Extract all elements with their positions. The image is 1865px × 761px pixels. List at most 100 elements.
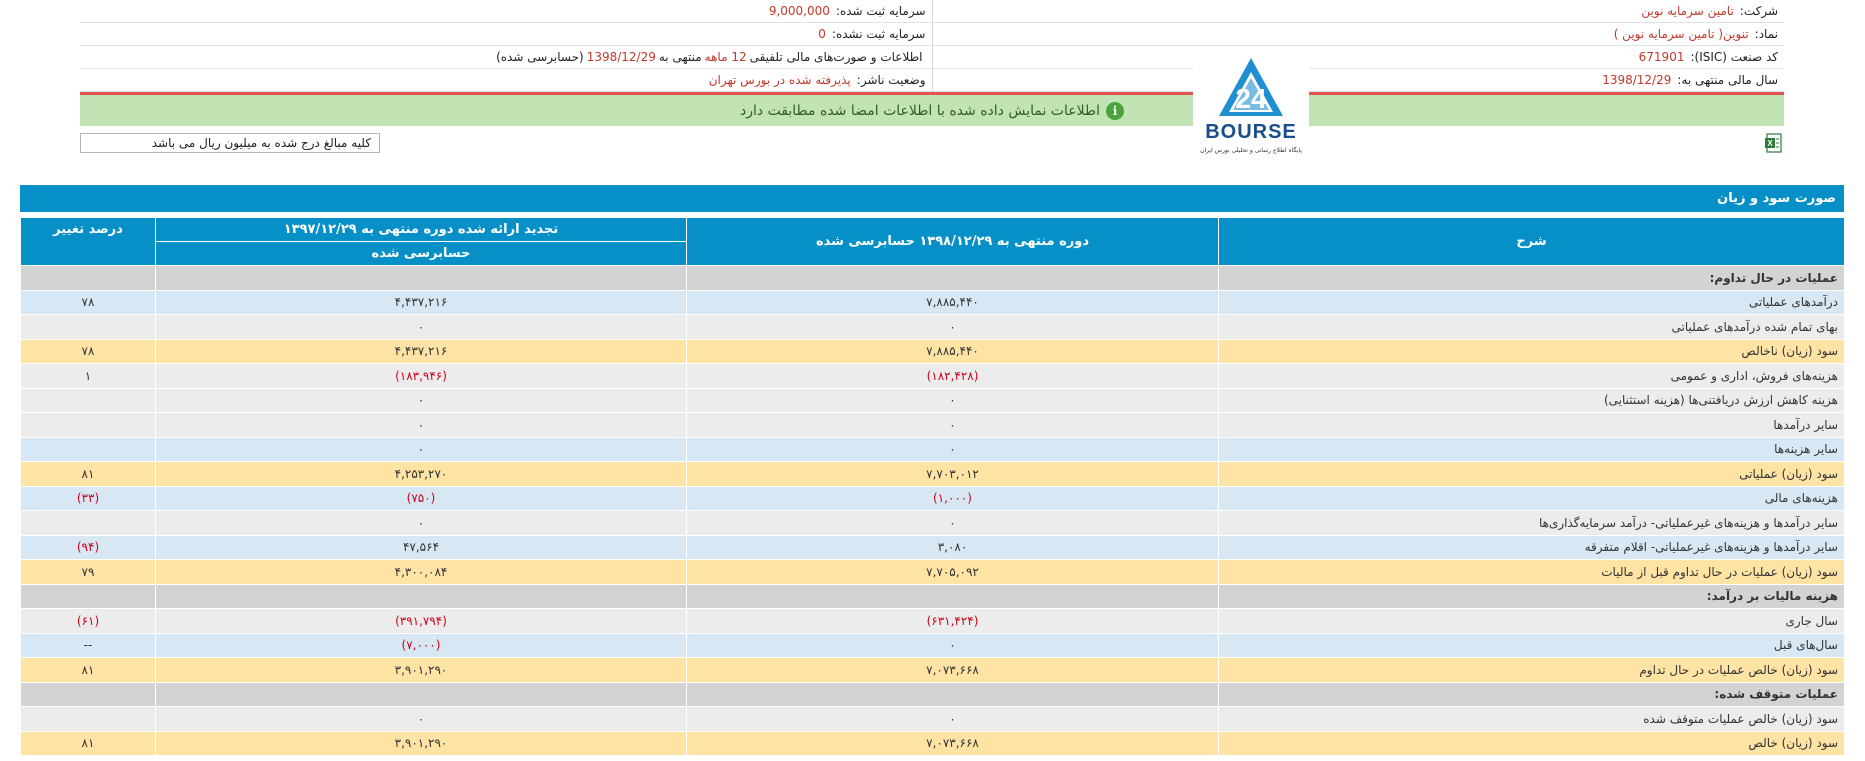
row-current-value: ۷,۰۷۳,۶۶۸	[686, 730, 1219, 756]
row-current-value: ۰	[686, 412, 1219, 438]
row-previous-value: (۷,۰۰۰)	[155, 632, 687, 658]
row-change-percent	[20, 265, 156, 291]
row-previous-value: ۳,۹۰۱,۲۹۰	[155, 730, 687, 756]
company-cell: شرکت: تامین سرمایه نوین	[931, 0, 1785, 22]
row-current-value: ۷,۸۸۵,۴۴۰	[686, 338, 1219, 364]
table-section-row: عملیات در حال تداوم:	[20, 265, 1845, 291]
table-row: سود (زیان) خالص ۷,۰۷۳,۶۶۸ ۳,۹۰۱,۲۹۰ ۸۱	[20, 730, 1845, 756]
row-description: هزینه‌های مالی	[1218, 485, 1845, 511]
row-description: سود (زیان) خالص عملیات در حال تداوم	[1218, 657, 1845, 683]
row-change-percent: --	[20, 632, 156, 658]
header-row-1: شرکت: تامین سرمایه نوین سرمایه ثبت شده: …	[80, 0, 1784, 23]
row-description: سود (زیان) خالص	[1218, 730, 1845, 756]
row-current-value: ۰	[686, 510, 1219, 536]
fiscal-year-cell: سال مالی منتهی به: 1398/12/29	[931, 69, 1785, 91]
publisher-status-cell: وضعیت ناشر: پذیرفته شده در بورس تهران	[80, 69, 932, 91]
svg-text:X: X	[1767, 139, 1773, 148]
table-row: هزینه‌های فروش، اداری و عمومی (۱۸۲,۴۲۸) (۱…	[20, 363, 1845, 389]
row-current-value	[686, 681, 1219, 707]
row-change-percent: ۷۸	[20, 289, 156, 315]
table-row: سال جاری (۶۳۱,۴۲۴) (۳۹۱,۷۹۴) (۶۱)	[20, 608, 1845, 634]
row-change-percent: (۹۴)	[20, 534, 156, 560]
row-description: بهای تمام شده درآمدهای عملیاتی	[1218, 314, 1845, 340]
table-row: سایر درآمدها و هزینه‌های غیرعملیاتی- اقل…	[20, 534, 1845, 560]
unregistered-capital-label: سرمایه ثبت نشده:	[831, 27, 926, 41]
row-change-percent: (۶۱)	[20, 608, 156, 634]
row-description: عملیات متوقف شده:	[1218, 681, 1845, 707]
logo-mark-text: 24	[1235, 83, 1267, 114]
row-current-value	[686, 583, 1219, 609]
row-change-percent	[20, 510, 156, 536]
unregistered-capital-cell: سرمایه ثبت نشده: 0	[80, 23, 932, 45]
row-description: عملیات در حال تداوم:	[1218, 265, 1845, 291]
publisher-status-label: وضعیت ناشر:	[856, 73, 926, 87]
info-icon: i	[1106, 101, 1124, 120]
table-row: سایر هزینه‌ها ۰ ۰	[20, 436, 1845, 462]
row-previous-value: ۴,۴۳۷,۲۱۶	[155, 289, 687, 315]
registered-capital-cell: سرمایه ثبت شده: 9,000,000	[80, 0, 932, 22]
row-current-value: (۱۸۲,۴۲۸)	[686, 363, 1219, 389]
report-info-cell: اطلاعات و صورت‌های مالی تلفیقی 12 ماهه م…	[80, 46, 932, 68]
row-change-percent	[20, 314, 156, 340]
row-change-percent	[20, 387, 156, 413]
row-current-value: ۷,۸۸۵,۴۴۰	[686, 289, 1219, 315]
table-row: سال‌های قبل ۰ (۷,۰۰۰) --	[20, 632, 1845, 658]
symbol-value[interactable]: تنوین( تامین سرمایه نوین )	[1614, 27, 1749, 41]
symbol-label: نماد:	[1754, 27, 1778, 41]
row-description: سود (زیان) خالص عملیات متوقف شده	[1218, 706, 1845, 732]
header-row-4: سال مالی منتهی به: 1398/12/29 وضعیت ناشر…	[80, 69, 1784, 92]
row-description: سال‌های قبل	[1218, 632, 1845, 658]
row-change-percent	[20, 436, 156, 462]
report-status: (حسابرسی شده)	[496, 50, 584, 64]
row-change-percent	[20, 706, 156, 732]
row-previous-value: (۷۵۰)	[155, 485, 687, 511]
row-current-value: ۳,۰۸۰	[686, 534, 1219, 560]
row-current-value: ۰	[686, 706, 1219, 732]
row-change-percent: ۷۹	[20, 559, 156, 585]
notice-text: اطلاعات نمایش داده شده با اطلاعات امضا ش…	[740, 102, 1100, 119]
row-previous-value: ۳,۹۰۱,۲۹۰	[155, 657, 687, 683]
report-date: 1398/12/29	[586, 50, 656, 64]
row-previous-value: (۱۸۳,۹۴۶)	[155, 363, 687, 389]
verification-notice: i اطلاعات نمایش داده شده با اطلاعات امضا…	[80, 95, 1784, 126]
fiscal-year-value: 1398/12/29	[1602, 73, 1672, 87]
table-row: سود (زیان) ناخالص ۷,۸۸۵,۴۴۰ ۴,۴۳۷,۲۱۶ ۷۸	[20, 338, 1845, 364]
company-name[interactable]: تامین سرمایه نوین	[1641, 4, 1733, 18]
row-description: سود (زیان) عملیاتی	[1218, 461, 1845, 487]
row-previous-value: ۰	[155, 510, 687, 536]
row-current-value: ۰	[686, 436, 1219, 462]
isic-cell: کد صنعت (ISIC): 671901	[931, 46, 1785, 68]
company-label: شرکت:	[1739, 4, 1778, 18]
table-section-row: هزینه مالیات بر درآمد:	[20, 583, 1845, 609]
row-description: هزینه کاهش ارزش دریافتنی‌ها (هزینه استثن…	[1218, 387, 1845, 413]
row-description: سایر درآمدها و هزینه‌های غیرعملیاتی- اقل…	[1218, 534, 1845, 560]
isic-value: 671901	[1638, 50, 1685, 64]
row-change-percent: ۸۱	[20, 461, 156, 487]
table-row: سایر درآمدها ۰ ۰	[20, 412, 1845, 438]
header-description: شرح	[1218, 217, 1845, 266]
header-change-percent: درصد تغییر	[20, 217, 156, 266]
report-period: 12 ماهه	[704, 50, 747, 64]
row-change-percent: ۷۸	[20, 338, 156, 364]
row-description: سایر درآمدها و هزینه‌های غیرعملیاتی- درآ…	[1218, 510, 1845, 536]
row-previous-value	[155, 681, 687, 707]
row-previous-value: ۴,۳۰۰,۰۸۴	[155, 559, 687, 585]
row-current-value: ۰	[686, 387, 1219, 413]
row-description: سایر درآمدها	[1218, 412, 1845, 438]
table-row: هزینه‌های مالی (۱,۰۰۰) (۷۵۰) (۳۳)	[20, 485, 1845, 511]
row-current-value	[686, 265, 1219, 291]
row-change-percent: ۸۱	[20, 657, 156, 683]
report-text-1: اطلاعات و صورت‌های مالی تلفیقی	[749, 50, 923, 64]
header-current-period: دوره منتهی به ۱۳۹۸/۱۲/۲۹ حسابرسی شده	[686, 217, 1219, 266]
row-change-percent: ۸۱	[20, 730, 156, 756]
bourse-logo[interactable]: 24 BOURSE پایگاه اطلاع رسانی و تحلیلی بو…	[1193, 48, 1309, 160]
excel-export-icon[interactable]: X	[1764, 133, 1782, 153]
row-previous-value: (۳۹۱,۷۹۴)	[155, 608, 687, 634]
row-current-value: ۰	[686, 314, 1219, 340]
row-previous-value: ۰	[155, 706, 687, 732]
section-title: صورت سود و زیان	[20, 185, 1844, 212]
row-change-percent	[20, 681, 156, 707]
row-previous-value: ۰	[155, 412, 687, 438]
header-row-3: کد صنعت (ISIC): 671901 اطلاعات و صورت‌ها…	[80, 46, 1784, 69]
row-current-value: ۷,۷۰۵,۰۹۲	[686, 559, 1219, 585]
